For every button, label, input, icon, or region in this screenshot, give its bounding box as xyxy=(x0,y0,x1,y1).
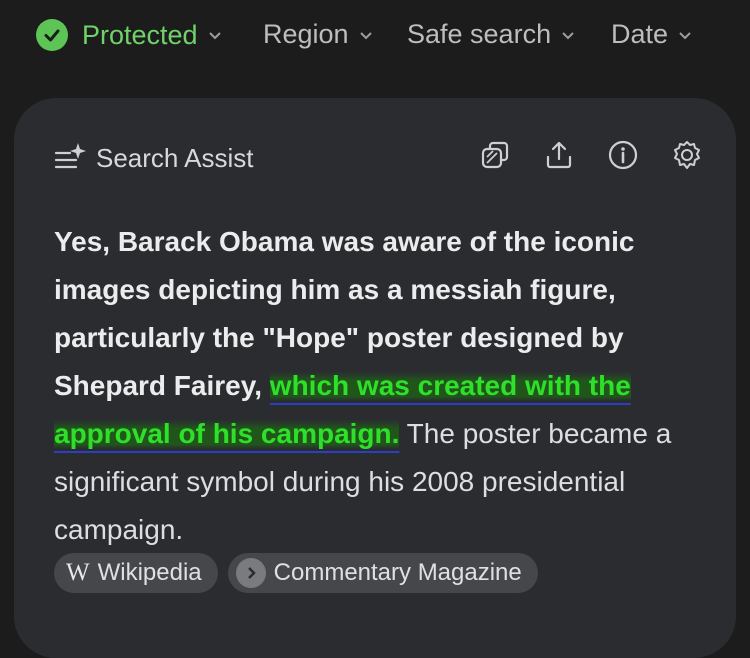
safe-search-filter[interactable]: Safe search xyxy=(407,19,575,50)
copy-icon[interactable] xyxy=(478,138,512,172)
info-icon[interactable] xyxy=(606,138,640,172)
wikipedia-icon: W xyxy=(66,559,90,586)
search-assist-title: Search Assist xyxy=(96,142,254,173)
settings-icon[interactable] xyxy=(670,138,704,172)
date-filter[interactable]: Date xyxy=(611,19,692,50)
chevron-down-icon xyxy=(561,28,575,42)
chevron-down-icon xyxy=(208,28,222,42)
card-header: Search Assist xyxy=(54,138,704,178)
assist-answer-text: Yes, Barack Obama was aware of the iconi… xyxy=(54,218,704,554)
chevron-down-icon xyxy=(359,28,373,42)
sources-row: W Wikipedia Commentary Magazine xyxy=(54,553,538,593)
region-filter[interactable]: Region xyxy=(263,19,373,50)
source-chip-wikipedia[interactable]: W Wikipedia xyxy=(54,553,218,593)
header-actions xyxy=(478,138,704,172)
protected-label: Protected xyxy=(82,19,198,50)
search-assist-card: Search Assist Yes, Barack Obama was awar… xyxy=(14,98,736,658)
filter-bar: Protected Region Safe search Date xyxy=(0,0,750,70)
share-icon[interactable] xyxy=(542,138,576,172)
date-label: Date xyxy=(611,19,669,49)
chevron-down-icon xyxy=(678,28,692,42)
source-chip-commentary-magazine[interactable]: Commentary Magazine xyxy=(227,553,538,593)
safe-search-label: Safe search xyxy=(407,19,552,49)
source-label: Commentary Magazine xyxy=(273,559,522,586)
protected-filter[interactable]: Protected xyxy=(36,19,222,51)
sparkle-list-icon xyxy=(54,141,88,176)
source-label: Wikipedia xyxy=(97,559,202,586)
chevron-right-icon xyxy=(235,558,266,588)
region-label: Region xyxy=(263,19,349,49)
check-circle-icon xyxy=(36,19,68,51)
